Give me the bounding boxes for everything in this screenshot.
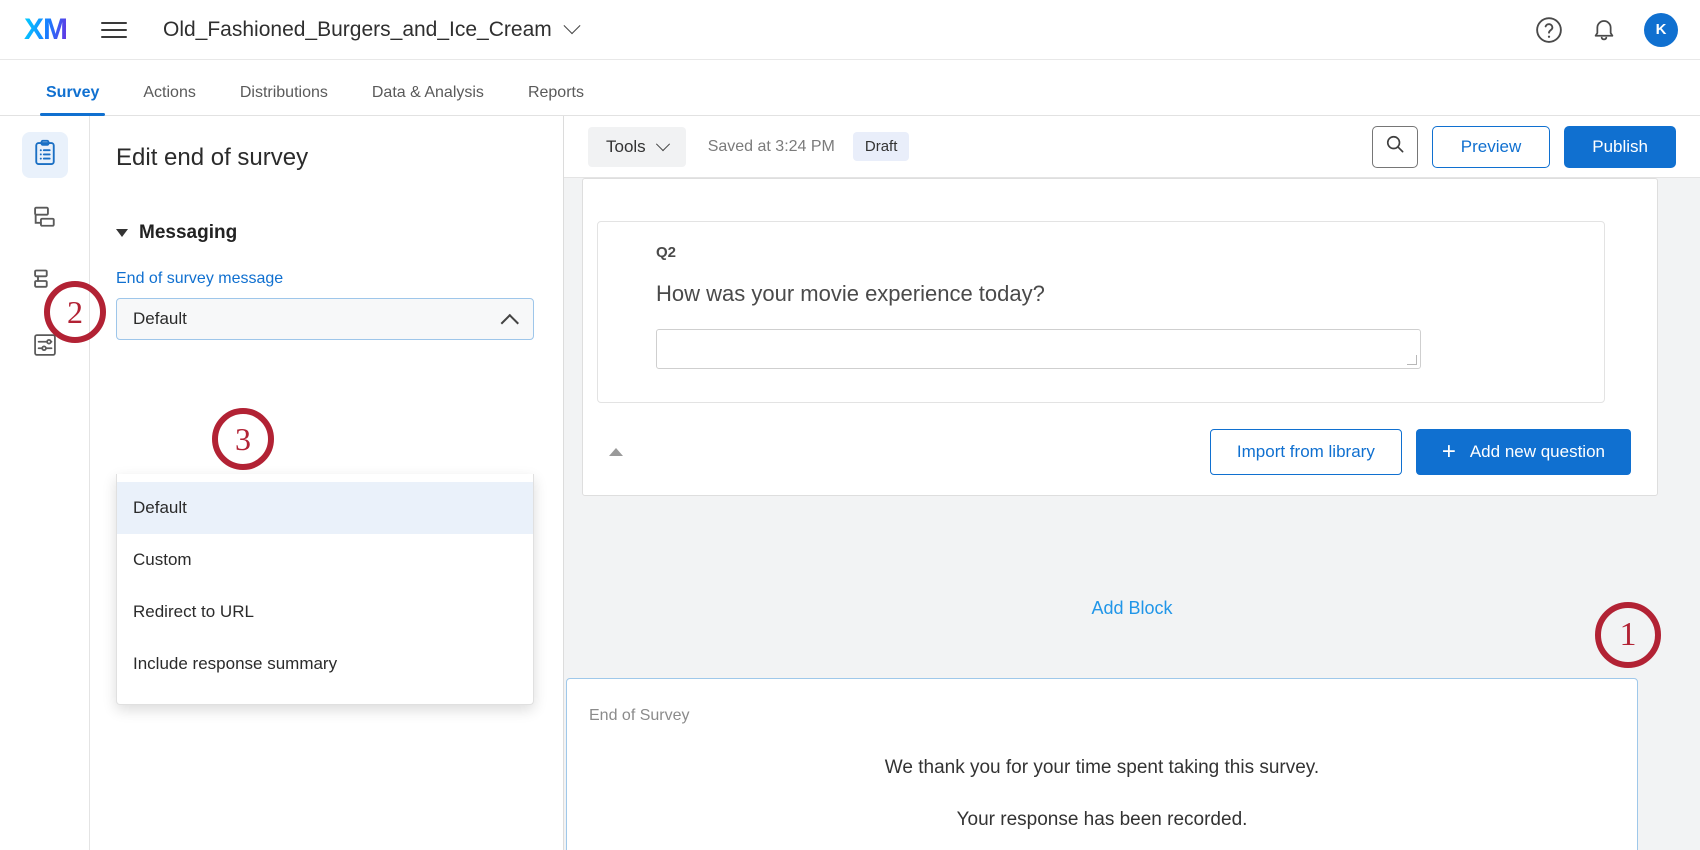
sidebar-item-survey-flow[interactable]: [22, 196, 68, 242]
status-badge: Draft: [853, 132, 910, 161]
editor-toolbar: Tools Saved at 3:24 PM Draft Preview Pub…: [564, 116, 1700, 178]
magnifier-icon: [1384, 133, 1406, 160]
block-buttons: Import from library + Add new question: [1210, 429, 1631, 475]
bell-icon[interactable]: [1590, 16, 1618, 44]
help-icon[interactable]: [1534, 15, 1564, 45]
search-button[interactable]: [1372, 126, 1418, 168]
qualtrics-survey-editor: XM Old_Fashioned_Burgers_and_Ice_Cream: [0, 0, 1700, 850]
chevron-up-icon: [501, 313, 519, 331]
edit-end-of-survey-panel: Edit end of survey Messaging End of surv…: [90, 116, 564, 850]
page-title: Edit end of survey: [116, 144, 537, 172]
end-of-survey-message-line-1: We thank you for your time spent taking …: [567, 757, 1637, 779]
question-answer-input[interactable]: [656, 329, 1421, 369]
add-block-button[interactable]: Add Block: [564, 598, 1700, 619]
select-value: Default: [133, 309, 187, 329]
blocks-icon: [31, 203, 59, 236]
left-icon-rail: [0, 116, 90, 850]
saved-status: Saved at 3:24 PM: [708, 138, 835, 156]
annotation-badge-2: 2: [44, 281, 106, 343]
survey-canvas: Q2 How was your movie experience today? …: [564, 178, 1700, 850]
dropdown-option-include-response-summary[interactable]: Include response summary: [117, 638, 533, 690]
end-of-survey-label: End of Survey: [589, 707, 690, 725]
tab-reports[interactable]: Reports: [506, 84, 606, 115]
caret-down-icon: [116, 229, 128, 237]
end-of-survey-block[interactable]: End of Survey We thank you for your time…: [566, 678, 1638, 850]
survey-block: Q2 How was your movie experience today? …: [582, 178, 1658, 496]
add-new-question-label: Add new question: [1470, 442, 1605, 462]
hamburger-icon[interactable]: [101, 22, 127, 38]
question-number: Q2: [656, 244, 1546, 261]
messaging-section-label: Messaging: [139, 222, 237, 244]
question-text[interactable]: How was your movie experience today?: [656, 281, 1546, 307]
sidebar-item-survey-builder[interactable]: [22, 132, 68, 178]
tab-survey[interactable]: Survey: [24, 84, 121, 115]
top-bar: XM Old_Fashioned_Burgers_and_Ice_Cream: [0, 0, 1700, 60]
chevron-down-icon: [563, 17, 580, 34]
end-of-survey-message-line-2: Your response has been recorded.: [567, 809, 1637, 831]
import-from-library-button[interactable]: Import from library: [1210, 429, 1402, 475]
annotation-badge-3: 3: [212, 408, 274, 470]
main-canvas-area: Tools Saved at 3:24 PM Draft Preview Pub…: [564, 116, 1700, 850]
add-new-question-button[interactable]: + Add new question: [1416, 429, 1631, 475]
messaging-section-header[interactable]: Messaging: [116, 222, 537, 244]
top-bar-right-actions: K: [1534, 13, 1678, 47]
plus-icon: +: [1442, 440, 1456, 464]
end-of-survey-message-select[interactable]: Default: [116, 298, 534, 340]
tab-distributions[interactable]: Distributions: [218, 84, 350, 115]
annotation-badge-1: 1: [1595, 602, 1661, 668]
project-title-label: Old_Fashioned_Burgers_and_Ice_Cream: [163, 18, 552, 42]
tools-label: Tools: [606, 137, 646, 157]
tab-actions[interactable]: Actions: [121, 84, 217, 115]
main-nav-tabs: Survey Actions Distributions Data & Anal…: [0, 60, 1700, 116]
tools-button[interactable]: Tools: [588, 127, 686, 167]
question-card[interactable]: Q2 How was your movie experience today?: [597, 221, 1605, 403]
dropdown-option-custom[interactable]: Custom: [117, 534, 533, 586]
caret-up-icon[interactable]: [609, 448, 623, 456]
publish-button[interactable]: Publish: [1564, 126, 1676, 168]
tab-data-and-analysis[interactable]: Data & Analysis: [350, 84, 506, 115]
chevron-down-icon: [656, 137, 670, 151]
dropdown-option-default[interactable]: Default: [117, 482, 533, 534]
xm-logo[interactable]: XM: [24, 15, 67, 45]
preview-button[interactable]: Preview: [1432, 126, 1550, 168]
end-of-survey-message-dropdown: Default Custom Redirect to URL Include r…: [116, 474, 534, 705]
block-action-row: Import from library + Add new question: [583, 429, 1657, 475]
dropdown-option-redirect-to-url[interactable]: Redirect to URL: [117, 586, 533, 638]
avatar[interactable]: K: [1644, 13, 1678, 47]
toolbar-right-actions: Preview Publish: [1372, 126, 1676, 168]
clipboard-icon: [31, 139, 59, 172]
project-title-dropdown[interactable]: Old_Fashioned_Burgers_and_Ice_Cream: [163, 18, 578, 42]
end-of-survey-message-label[interactable]: End of survey message: [116, 270, 537, 288]
